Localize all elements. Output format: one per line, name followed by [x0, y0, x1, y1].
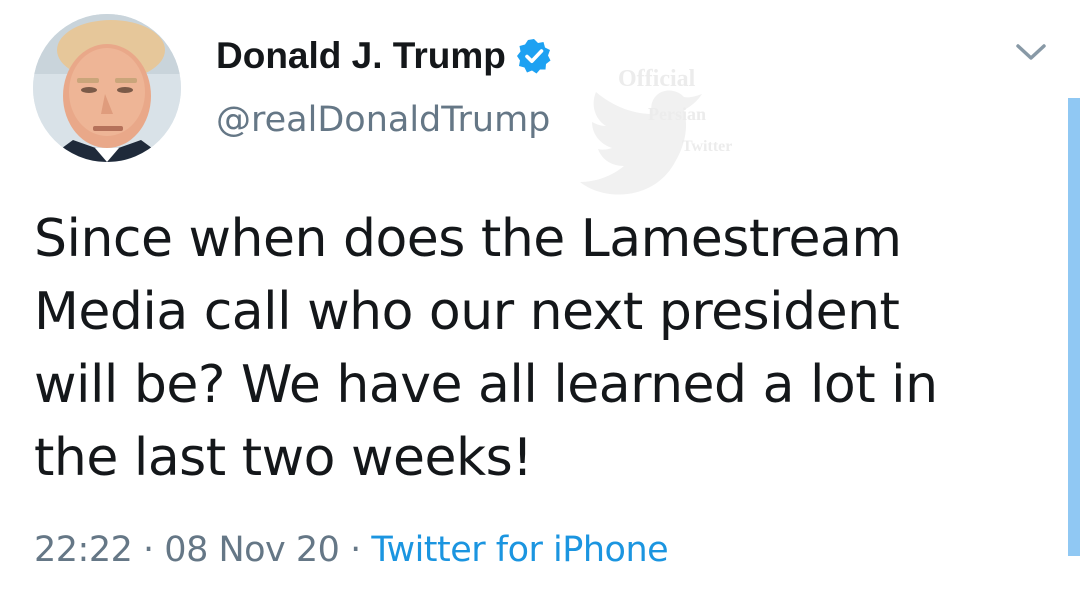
watermark-text-1: Official: [618, 66, 696, 92]
avatar[interactable]: [33, 14, 181, 162]
tweet-text-line: Media call who our next president: [34, 282, 900, 342]
verified-badge-icon: [516, 38, 552, 74]
author-handle[interactable]: @realDonaldTrump: [216, 100, 550, 140]
author-name-row[interactable]: Donald J. Trump: [216, 32, 552, 80]
scrollbar[interactable]: [1068, 98, 1080, 556]
tweet-source-link[interactable]: Twitter for iPhone: [371, 530, 668, 570]
tweet-date[interactable]: 08 Nov 20: [164, 530, 340, 570]
tweet-time[interactable]: 22:22: [34, 530, 133, 570]
tweet-text: Since when does the Lamestream Media cal…: [34, 203, 1034, 495]
meta-separator: ·: [350, 530, 361, 570]
tweet-text-line: will be? We have all learned a lot in: [34, 355, 938, 415]
chevron-down-icon[interactable]: [1014, 40, 1048, 64]
tweet-text-line: the last two weeks!: [34, 428, 533, 488]
tweet-card: Donald J. Trump @realDonaldTrump Officia…: [0, 0, 1080, 610]
watermark-text-2: Persian: [648, 104, 706, 124]
tweet-text-line: Since when does the Lamestream: [34, 209, 902, 269]
watermark-text-3: Twitter: [682, 138, 733, 155]
tweet-meta: 22:22 · 08 Nov 20 · Twitter for iPhone: [34, 530, 669, 570]
author-display-name[interactable]: Donald J. Trump: [216, 35, 506, 77]
avatar-image: [33, 14, 181, 162]
meta-separator: ·: [143, 530, 154, 570]
